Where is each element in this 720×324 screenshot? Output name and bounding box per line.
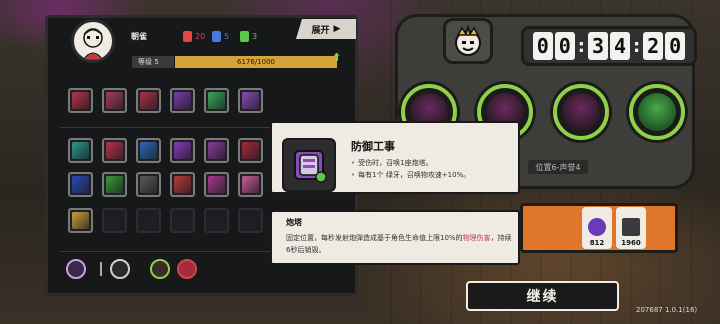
red-beast-item-icon bbox=[106, 92, 123, 109]
horned-mask-icon bbox=[562, 93, 600, 131]
blue-count: 5 bbox=[212, 31, 229, 42]
avatar[interactable] bbox=[71, 19, 115, 63]
build-version: 207687 1.0.1(16) bbox=[636, 306, 698, 314]
xp-bar: 6176/1000 bbox=[175, 56, 337, 68]
purple-swirl-item-icon bbox=[208, 142, 225, 159]
red-leaf-item-icon bbox=[174, 176, 191, 193]
red-flame-item[interactable] bbox=[136, 88, 161, 113]
player-name: 朝雀 bbox=[131, 32, 147, 41]
tooltip-title: 防御工事 bbox=[351, 140, 395, 153]
stage-tag: 位置6-声誉4 bbox=[528, 160, 588, 174]
sub-tooltip-title: 炮塔 bbox=[286, 218, 302, 227]
purple-chevron-item[interactable] bbox=[170, 138, 195, 163]
red-hook-item-icon bbox=[242, 142, 259, 159]
continue-button[interactable]: 继续 bbox=[466, 281, 619, 311]
resource-value: 812 bbox=[589, 239, 605, 247]
green-arrow-item[interactable] bbox=[102, 172, 127, 197]
glasses-face-icon bbox=[638, 93, 676, 131]
blue-pillar-item-icon bbox=[72, 176, 89, 193]
purple-orb-icon bbox=[588, 218, 606, 236]
separator bbox=[100, 262, 102, 276]
empty-slot[interactable] bbox=[238, 208, 263, 233]
resource-value: 1960 bbox=[621, 239, 641, 247]
purple-armor-item[interactable] bbox=[238, 88, 263, 113]
timer-colon: : bbox=[577, 35, 585, 57]
defense-turret-icon bbox=[282, 138, 336, 192]
red-blade-item[interactable] bbox=[102, 138, 127, 163]
sub-tooltip-desc: 固定位置，每秒发射炮弹造成基于角色生命值上限10%的物理伤害，持续6秒后销毁。 bbox=[286, 234, 512, 254]
blue-pillar-item[interactable] bbox=[68, 172, 93, 197]
boss-crown-icon bbox=[443, 18, 493, 64]
green-figure-icon bbox=[240, 31, 249, 42]
teal-slash-item[interactable] bbox=[68, 138, 93, 163]
purple-turret-item[interactable] bbox=[170, 88, 195, 113]
timer-digit: 4 bbox=[610, 32, 630, 60]
purple-chevron-item-icon bbox=[174, 142, 191, 159]
red-count: 20 bbox=[183, 31, 205, 42]
gold-crest-item-icon bbox=[72, 212, 89, 229]
purple-turret-item-icon bbox=[174, 92, 191, 109]
gold-crest-item[interactable] bbox=[68, 208, 93, 233]
expand-button[interactable]: 展开 ▶ bbox=[296, 19, 356, 39]
green-count: 3 bbox=[240, 31, 257, 42]
reward-slot-3[interactable] bbox=[553, 84, 609, 140]
grey-badge-item-icon bbox=[140, 176, 157, 193]
pink-feather-item[interactable] bbox=[238, 172, 263, 197]
card-resource: 1960 bbox=[616, 207, 646, 249]
fire-skill-icon[interactable] bbox=[150, 259, 170, 279]
paw-icon[interactable] bbox=[177, 259, 197, 279]
arrow-right-icon: ▶ bbox=[333, 24, 341, 34]
green-tree-item-icon bbox=[208, 92, 225, 109]
teal-slash-item-icon bbox=[72, 142, 89, 159]
red-blade-item-icon bbox=[106, 142, 123, 159]
card-icon bbox=[622, 218, 640, 236]
timer-digit: 3 bbox=[588, 32, 608, 60]
green-arrow-item-icon bbox=[106, 176, 123, 193]
potion-icon[interactable] bbox=[66, 259, 86, 279]
tooltip-line: • 每有1个 绿牙，召唤物攻速+10%。 bbox=[351, 171, 471, 179]
timer-digit: 2 bbox=[643, 32, 664, 60]
blue-star-item[interactable] bbox=[136, 138, 161, 163]
tooltip-line: • 受伤时，召唤1座炮塔。 bbox=[351, 159, 433, 167]
purple-fang-item[interactable] bbox=[204, 172, 229, 197]
red-flame-item-icon bbox=[140, 92, 157, 109]
green-tree-item[interactable] bbox=[204, 88, 229, 113]
empty-slot[interactable] bbox=[102, 208, 127, 233]
empty-slot[interactable] bbox=[170, 208, 195, 233]
purple-fang-item-icon bbox=[208, 176, 225, 193]
pink-feather-item-icon bbox=[242, 176, 259, 193]
red-leaf-item[interactable] bbox=[170, 172, 195, 197]
empty-slot[interactable] bbox=[136, 208, 161, 233]
reward-slot-4[interactable] bbox=[629, 84, 685, 140]
red-claw-item[interactable] bbox=[68, 88, 93, 113]
red-figure-icon bbox=[183, 31, 192, 42]
feather-icon[interactable] bbox=[110, 259, 130, 279]
timer-digit: 0 bbox=[665, 32, 686, 60]
blue-star-item-icon bbox=[140, 142, 157, 159]
level-up-arrow-icon[interactable]: ⬆ bbox=[332, 51, 341, 64]
red-hook-item[interactable] bbox=[238, 138, 263, 163]
red-claw-item-icon bbox=[72, 92, 89, 109]
blue-figure-icon bbox=[212, 31, 221, 42]
grey-badge-item[interactable] bbox=[136, 172, 161, 197]
empty-slot[interactable] bbox=[204, 208, 229, 233]
countdown-timer: 0 0 : 3 4 : 2 0 bbox=[521, 26, 697, 66]
timer-digit: 0 bbox=[532, 32, 553, 60]
red-beast-item[interactable] bbox=[102, 88, 127, 113]
xp-text: 6176/1000 bbox=[237, 58, 275, 66]
level-label: 等级 5 bbox=[132, 56, 174, 68]
timer-digit: 0 bbox=[554, 32, 575, 60]
purple-swirl-item[interactable] bbox=[204, 138, 229, 163]
timer-colon: : bbox=[633, 35, 641, 57]
purple-orb-resource: 812 bbox=[582, 207, 612, 249]
purple-armor-item-icon bbox=[242, 92, 259, 109]
